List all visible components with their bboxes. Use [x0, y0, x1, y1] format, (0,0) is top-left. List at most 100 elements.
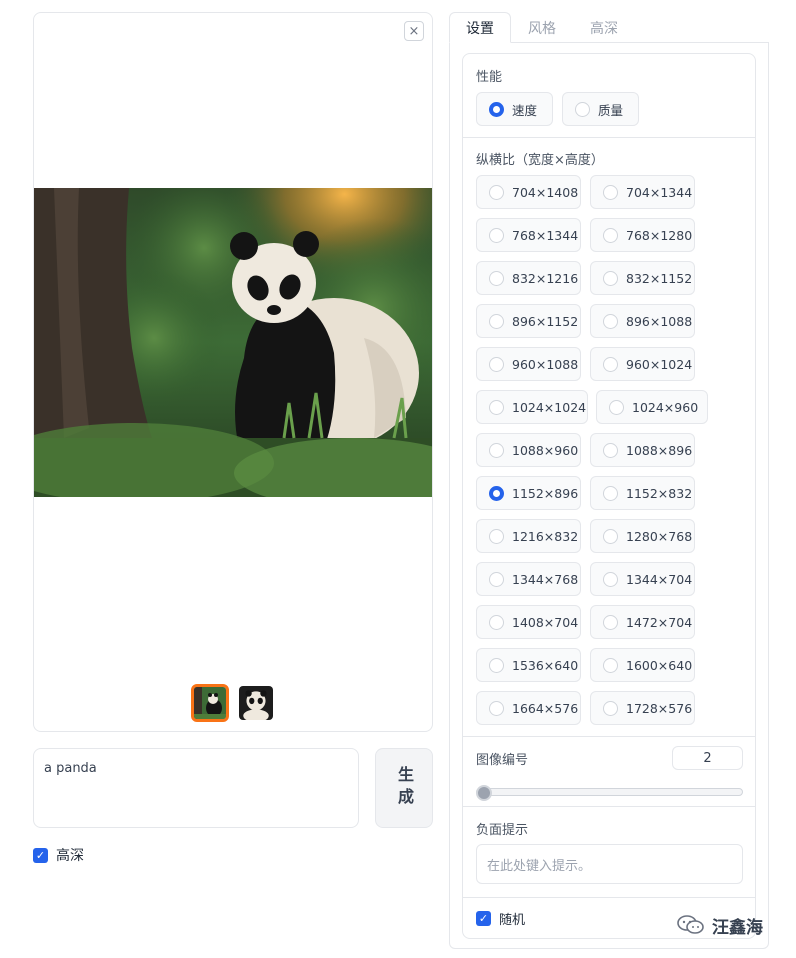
- radio-unchecked-icon: [489, 270, 504, 286]
- radio-unchecked-icon: [603, 227, 618, 243]
- aspect-ratio-option[interactable]: 1024×960: [596, 390, 708, 424]
- radio-unchecked-icon: [603, 657, 618, 673]
- radio-unchecked-icon: [489, 184, 504, 200]
- aspect-ratio-option-label: 1344×704: [626, 571, 693, 587]
- aspect-ratio-option[interactable]: 768×1280: [590, 218, 695, 252]
- aspect-ratio-option-label: 1664×576: [512, 700, 579, 716]
- aspect-ratio-option-label: 768×1344: [512, 227, 579, 243]
- tab-settings[interactable]: 设置: [449, 12, 511, 43]
- radio-unchecked-icon: [603, 184, 618, 200]
- aspect-ratio-option[interactable]: 1600×640: [590, 648, 695, 682]
- performance-option-speed[interactable]: 速度: [476, 92, 553, 126]
- aspect-ratio-option[interactable]: 1152×896: [476, 476, 581, 510]
- aspect-ratio-option-label: 1536×640: [512, 657, 579, 673]
- aspect-ratio-option[interactable]: 832×1216: [476, 261, 581, 295]
- slider-handle[interactable]: [476, 785, 492, 801]
- image-count-slider[interactable]: [476, 788, 743, 796]
- checkbox-checked-icon[interactable]: ✓: [476, 910, 491, 926]
- checkbox-checked-icon[interactable]: ✓: [33, 847, 48, 863]
- thumbnail-strip: [34, 684, 432, 724]
- aspect-ratio-option[interactable]: 1728×576: [590, 691, 695, 725]
- radio-unchecked-icon: [603, 442, 618, 458]
- tab-style[interactable]: 风格: [511, 12, 573, 43]
- aspect-ratio-option-label: 1344×768: [512, 571, 579, 587]
- advanced-checkbox-label: 高深: [56, 848, 84, 864]
- divider: [463, 897, 755, 898]
- aspect-ratio-option[interactable]: 1088×896: [590, 433, 695, 467]
- aspect-ratio-option[interactable]: 1344×704: [590, 562, 695, 596]
- aspect-ratio-option-label: 960×1088: [512, 356, 579, 372]
- radio-unchecked-icon: [489, 571, 504, 587]
- image-gallery: ×: [33, 12, 433, 732]
- radio-unchecked-icon: [603, 313, 618, 329]
- settings-inner: 性能 速度 质量 纵横比（宽度×高度） 704×1408 704×1344 768×…: [462, 53, 756, 939]
- aspect-ratio-option-label: 896×1152: [512, 313, 579, 329]
- radio-unchecked-icon: [489, 399, 504, 415]
- negative-prompt-input[interactable]: 在此处键入提示。: [476, 844, 743, 884]
- aspect-ratio-option[interactable]: 1216×832: [476, 519, 581, 553]
- tab-bar: 设置 风格 高深: [449, 12, 769, 43]
- aspect-ratio-option[interactable]: 1152×832: [590, 476, 695, 510]
- aspect-ratio-option[interactable]: 1088×960: [476, 433, 581, 467]
- radio-unchecked-icon: [489, 657, 504, 673]
- radio-unchecked-icon: [489, 700, 504, 716]
- radio-unchecked-icon: [603, 700, 618, 716]
- divider: [463, 736, 755, 737]
- aspect-ratio-option[interactable]: 1280×768: [590, 519, 695, 553]
- aspect-ratio-label: 纵横比（宽度×高度）: [476, 153, 604, 168]
- panda-image[interactable]: [34, 188, 432, 497]
- aspect-ratio-option[interactable]: 960×1024: [590, 347, 695, 381]
- performance-option-label: 质量: [598, 102, 624, 118]
- aspect-ratio-option[interactable]: 832×1152: [590, 261, 695, 295]
- image-count-input[interactable]: 2: [672, 746, 743, 770]
- aspect-ratio-option[interactable]: 896×1088: [590, 304, 695, 338]
- aspect-ratio-option-label: 1152×896: [512, 485, 579, 501]
- aspect-ratio-option-label: 1472×704: [626, 614, 693, 630]
- prompt-input[interactable]: a panda: [33, 748, 359, 828]
- aspect-ratio-option-label: 1408×704: [512, 614, 579, 630]
- aspect-ratio-option[interactable]: 1664×576: [476, 691, 581, 725]
- tab-style-label: 风格: [528, 20, 556, 37]
- aspect-ratio-option[interactable]: 1024×1024: [476, 390, 588, 424]
- aspect-ratio-option[interactable]: 1536×640: [476, 648, 581, 682]
- radio-unchecked-icon: [489, 614, 504, 630]
- aspect-ratio-option[interactable]: 1408×704: [476, 605, 581, 639]
- radio-unchecked-icon: [603, 356, 618, 372]
- prompt-text: a panda: [44, 761, 97, 776]
- aspect-ratio-option[interactable]: 1472×704: [590, 605, 695, 639]
- aspect-ratio-option[interactable]: 704×1408: [476, 175, 581, 209]
- tab-advanced[interactable]: 高深: [573, 12, 635, 43]
- radio-unchecked-icon: [489, 356, 504, 372]
- aspect-ratio-option-label: 1024×1024: [512, 399, 587, 415]
- aspect-ratio-option-label: 832×1152: [626, 270, 693, 286]
- aspect-ratio-option-label: 1280×768: [626, 528, 693, 544]
- radio-unchecked-icon: [603, 614, 618, 630]
- aspect-ratio-option[interactable]: 768×1344: [476, 218, 581, 252]
- image-count-value: 2: [703, 750, 712, 766]
- aspect-ratio-option[interactable]: 1344×768: [476, 562, 581, 596]
- aspect-ratio-option-label: 704×1344: [626, 184, 693, 200]
- performance-option-quality[interactable]: 质量: [562, 92, 639, 126]
- close-button[interactable]: ×: [404, 21, 424, 41]
- aspect-ratio-option[interactable]: 896×1152: [476, 304, 581, 338]
- settings-panel: 性能 速度 质量 纵横比（宽度×高度） 704×1408 704×1344 768×…: [449, 42, 769, 949]
- aspect-ratio-option-label: 1024×960: [632, 399, 699, 415]
- panda-thumb-1[interactable]: [191, 684, 229, 722]
- aspect-ratio-option[interactable]: 704×1344: [590, 175, 695, 209]
- generate-button-label: 生成: [395, 766, 414, 810]
- radio-unchecked-icon: [603, 270, 618, 286]
- aspect-ratio-option[interactable]: 960×1088: [476, 347, 581, 381]
- aspect-ratio-option-label: 1152×832: [626, 485, 693, 501]
- random-checkbox[interactable]: ✓ 随机: [476, 908, 525, 928]
- radio-unchecked-icon: [603, 571, 618, 587]
- divider: [463, 137, 755, 138]
- radio-unchecked-icon: [489, 442, 504, 458]
- panda-thumb-2[interactable]: [237, 684, 275, 722]
- generate-button[interactable]: 生成: [375, 748, 433, 828]
- aspect-ratio-option-label: 768×1280: [626, 227, 693, 243]
- aspect-ratio-option-label: 1088×896: [626, 442, 693, 458]
- radio-checked-icon: [489, 101, 504, 117]
- advanced-checkbox[interactable]: ✓ 高深: [33, 845, 84, 865]
- close-icon: ×: [408, 23, 420, 39]
- negative-prompt-placeholder: 在此处键入提示。: [487, 858, 592, 874]
